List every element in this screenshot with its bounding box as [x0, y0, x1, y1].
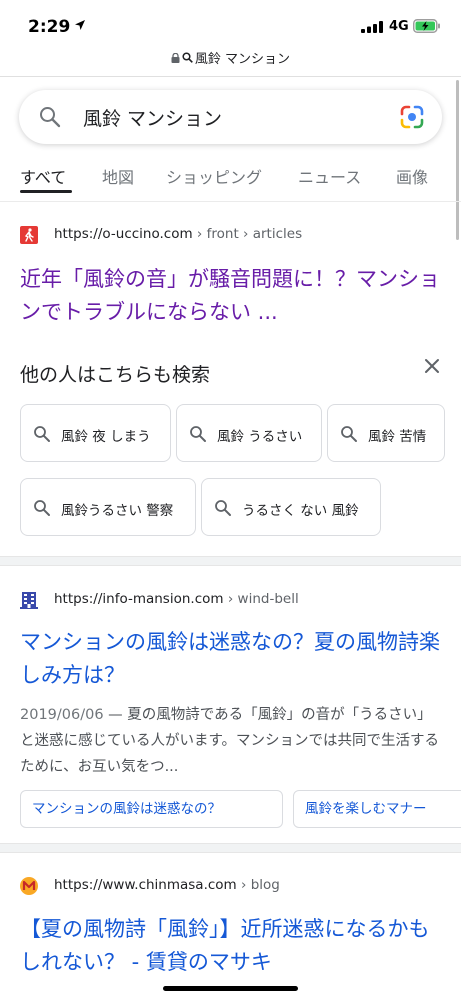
- status-time: 2:29: [28, 17, 71, 37]
- result-source[interactable]: https://www.chinmasa.com › blog: [20, 875, 450, 899]
- result-title-link[interactable]: マンションの風鈴は迷惑なの？夏の風物詩楽しみ方は？: [20, 626, 445, 692]
- search-icon: [215, 500, 231, 516]
- sitelink[interactable]: 風鈴を楽しむマナー: [293, 790, 461, 828]
- result-date: 2019/06/06: [20, 707, 104, 723]
- related-search-chip[interactable]: 風鈴 うるさい: [176, 404, 322, 462]
- chip-label: 風鈴 夜 しまう: [61, 429, 151, 445]
- people-also-search-heading: 他の人はこちらも検索: [20, 364, 211, 386]
- signal-icon: [361, 21, 383, 33]
- url-text: 風鈴 マンション: [194, 52, 291, 67]
- result-snippet: 2019/06/06 — 夏の風物詩である「風鈴」の音が「うるさい」と迷惑に感じ…: [20, 702, 445, 780]
- site-favicon-icon: [20, 877, 38, 895]
- home-indicator[interactable]: [163, 986, 298, 991]
- result-domain: https://info-mansion.com: [54, 591, 224, 607]
- search-icon: [34, 500, 50, 516]
- search-icon: [34, 426, 50, 442]
- result-domain: https://o-uccino.com: [54, 226, 193, 242]
- close-icon[interactable]: [422, 356, 442, 376]
- chip-label: 風鈴 苦情: [368, 429, 427, 445]
- battery-charging-icon: [413, 19, 440, 33]
- active-tab-indicator: [20, 190, 72, 193]
- divider: [0, 76, 461, 77]
- result-breadcrumb: › front › articles: [192, 226, 303, 242]
- sitelink[interactable]: マンションの風鈴は迷惑なの？: [20, 790, 283, 828]
- search-box[interactable]: 風鈴 マンション: [19, 90, 442, 144]
- search-input[interactable]: 風鈴 マンション: [83, 104, 222, 131]
- section-separator: [0, 843, 461, 853]
- result-url: https://info-mansion.com › wind-bell: [54, 591, 299, 607]
- site-favicon-icon: [20, 226, 38, 244]
- result-source[interactable]: https://info-mansion.com › wind-bell: [20, 589, 450, 613]
- result-breadcrumb: › wind-bell: [223, 591, 299, 607]
- network-type: 4G: [389, 19, 409, 34]
- tab-all[interactable]: すべて: [20, 164, 66, 188]
- result-title-link[interactable]: 【夏の風物詩「風鈴」】近所迷惑になるかもしれない？ - 賃貸のマサキ: [20, 913, 445, 979]
- chip-label: 風鈴 うるさい: [217, 429, 303, 445]
- building-favicon-icon: [20, 592, 38, 609]
- tab-shopping[interactable]: ショッピング: [166, 164, 262, 188]
- search-tabs: すべて 地図 ショッピング ニュース 画像: [0, 160, 461, 194]
- search-icon: [341, 426, 357, 442]
- status-bar: 2:29 4G: [0, 0, 461, 44]
- chip-label: 風鈴うるさい 警察: [61, 503, 174, 519]
- related-search-chip[interactable]: 風鈴 苦情: [327, 404, 445, 462]
- tab-maps[interactable]: 地図: [102, 164, 134, 188]
- related-search-chip[interactable]: うるさく ない 風鈴: [201, 478, 381, 536]
- related-search-chip[interactable]: 風鈴 夜 しまう: [20, 404, 171, 462]
- related-search-chip[interactable]: 風鈴うるさい 警察: [20, 478, 196, 536]
- result-breadcrumb: › blog: [236, 877, 280, 893]
- result-url: https://www.chinmasa.com › blog: [54, 877, 280, 893]
- result-title-link[interactable]: 近年「風鈴の音」が騒音問題に！？マンションでトラブルにならない ...: [20, 263, 445, 329]
- tab-news[interactable]: ニュース: [298, 164, 361, 188]
- result-domain: https://www.chinmasa.com: [54, 877, 237, 893]
- location-arrow-icon: [75, 20, 85, 30]
- search-icon: [190, 426, 206, 442]
- result-source[interactable]: https://o-uccino.com › front › articles: [20, 224, 450, 248]
- chip-label: うるさく ない 風鈴: [242, 503, 359, 519]
- search-icon: [182, 52, 193, 63]
- section-separator: [0, 556, 461, 566]
- tab-images[interactable]: 画像: [396, 164, 428, 188]
- google-lens-icon[interactable]: [399, 104, 425, 130]
- divider: [0, 201, 461, 202]
- result-url: https://o-uccino.com › front › articles: [54, 226, 302, 242]
- search-icon: [40, 107, 61, 128]
- url-bar[interactable]: 風鈴 マンション: [0, 48, 461, 70]
- lock-icon: [171, 52, 180, 63]
